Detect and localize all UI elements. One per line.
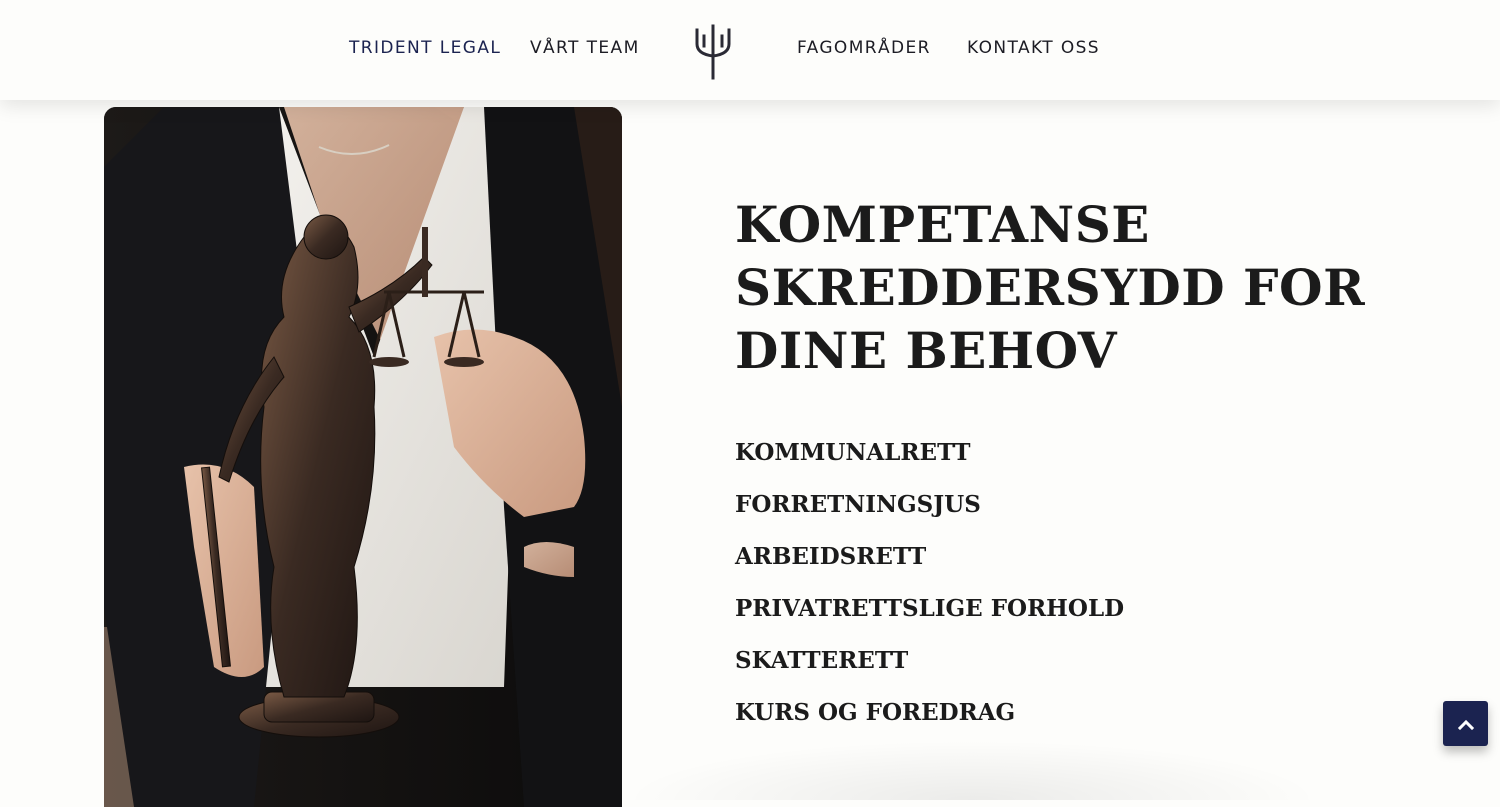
lady-justice-statue-photo [104,107,622,807]
hero-image [104,107,622,807]
hero-headline: KOMPETANSE SKREDDERSYDD FOR DINE BEHOV [735,195,1366,380]
practice-area-privatrettslige-forhold[interactable]: PRIVATRETTSLIGE FORHOLD [735,596,1124,648]
practice-area-arbeidsrett[interactable]: ARBEIDSRETT [735,544,1124,596]
practice-areas-list: KOMMUNALRETT FORRETNINGSJUS ARBEIDSRETT … [735,440,1124,752]
bottom-shadow [622,740,1322,800]
nav-link-fagomrader[interactable]: FAGOMRÅDER [797,38,931,58]
chevron-up-icon [1457,719,1474,730]
practice-area-forretningsjus[interactable]: FORRETNINGSJUS [735,492,1124,544]
nav-link-kontakt-oss[interactable]: KONTAKT OSS [967,38,1100,58]
site-header: TRIDENT LEGAL VÅRT TEAM FAGOMRÅDER KONTA… [0,0,1500,100]
nav-link-trident-legal[interactable]: TRIDENT LEGAL [349,38,501,58]
practice-area-kommunalrett[interactable]: KOMMUNALRETT [735,440,1124,492]
practice-area-skatterett[interactable]: SKATTERETT [735,648,1124,700]
trident-logo[interactable] [692,20,734,80]
back-to-top-button[interactable] [1443,701,1488,746]
nav-link-vart-team[interactable]: VÅRT TEAM [530,38,640,58]
trident-icon [695,24,731,80]
